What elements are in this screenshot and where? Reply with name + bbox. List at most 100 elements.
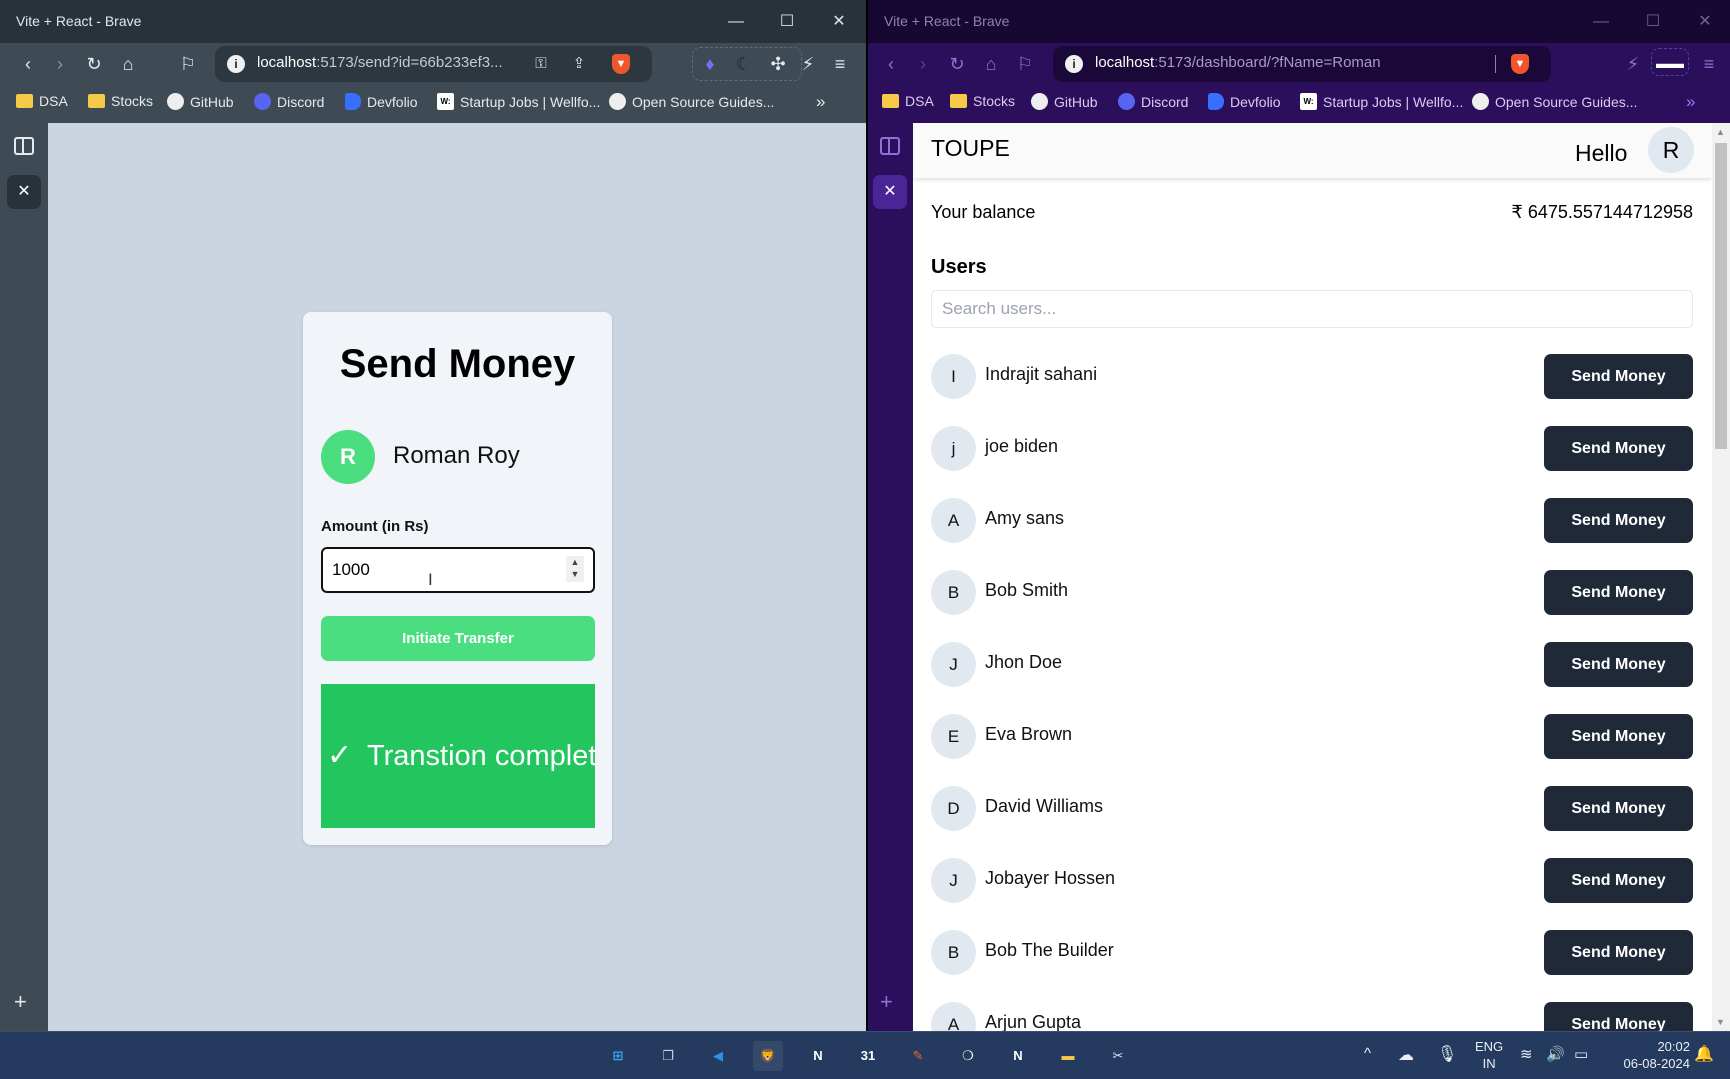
- bookmarks-overflow-button[interactable]: »: [816, 92, 825, 112]
- text-cursor-icon: I: [428, 570, 433, 589]
- bookmark-item[interactable]: W: Startup Jobs | Wellfo...: [437, 93, 600, 110]
- send-money-button[interactable]: Send Money: [1544, 786, 1693, 831]
- bookmark-item[interactable]: GitHub: [167, 93, 234, 110]
- maximize-button[interactable]: ☐: [764, 8, 810, 36]
- minimize-button[interactable]: —: [713, 8, 759, 36]
- bookmarks-overflow-button[interactable]: »: [1686, 92, 1695, 112]
- taskbar-task-view-icon[interactable]: ❐: [653, 1041, 683, 1071]
- address-bar[interactable]: i localhost:5173/send?id=66b233ef3... ⚿ …: [215, 46, 652, 82]
- bookmark-item[interactable]: Open Source Guides...: [1472, 93, 1637, 110]
- bookmark-item[interactable]: Stocks: [88, 93, 153, 109]
- scroll-down-icon[interactable]: ▼: [1716, 1017, 1725, 1027]
- send-money-button[interactable]: Send Money: [1544, 714, 1693, 759]
- page-title: Send Money: [339, 342, 576, 386]
- bookmark-item[interactable]: GitHub: [1031, 93, 1098, 110]
- share-icon[interactable]: ⇪: [566, 51, 592, 77]
- bookmark-icon[interactable]: ⚐: [175, 51, 201, 77]
- search-users-input[interactable]: [931, 290, 1693, 328]
- bookmark-item[interactable]: DSA: [882, 93, 934, 109]
- taskbar-notion-icon[interactable]: N: [803, 1041, 833, 1071]
- app-logo[interactable]: TOUPE: [931, 135, 1010, 162]
- scroll-up-icon[interactable]: ▲: [1716, 127, 1725, 137]
- bookmark-item[interactable]: Open Source Guides...: [609, 93, 774, 110]
- sidebar-panel-icon[interactable]: [14, 137, 34, 155]
- private-window-glasses-icon[interactable]: ▬▬: [1651, 48, 1689, 76]
- user-row: J Jhon Doe Send Money: [931, 642, 1693, 688]
- address-bar[interactable]: i localhost:5173/dashboard/?fName=Roman …: [1053, 46, 1551, 82]
- bookmark-item[interactable]: Devfolio: [345, 93, 418, 110]
- site-info-icon[interactable]: i: [227, 55, 245, 73]
- onedrive-icon[interactable]: ☁: [1398, 1045, 1414, 1065]
- leo-ai-icon[interactable]: ⚡: [1620, 51, 1646, 77]
- send-money-button[interactable]: Send Money: [1544, 858, 1693, 903]
- extension-flame-icon[interactable]: ♦: [697, 51, 723, 77]
- close-window-button[interactable]: ✕: [816, 8, 862, 36]
- back-icon[interactable]: ‹: [15, 51, 41, 77]
- new-tab-plus-icon[interactable]: +: [880, 989, 893, 1015]
- send-money-button[interactable]: Send Money: [1544, 642, 1693, 687]
- user-name: Jobayer Hossen: [985, 868, 1116, 888]
- new-tab-plus-icon[interactable]: +: [14, 989, 27, 1015]
- scrollbar-thumb[interactable]: [1715, 143, 1727, 449]
- forward-icon[interactable]: ›: [910, 51, 936, 77]
- bookmark-item[interactable]: Discord: [254, 93, 324, 110]
- notification-bell-icon[interactable]: 🔔: [1694, 1044, 1714, 1064]
- bookmark-item[interactable]: DSA: [16, 93, 68, 109]
- battery-icon[interactable]: ▭: [1574, 1045, 1588, 1063]
- menu-icon[interactable]: ≡: [1696, 51, 1722, 77]
- taskbar-vscode-icon[interactable]: ◀: [703, 1041, 733, 1071]
- volume-icon[interactable]: 🔊: [1546, 1045, 1565, 1063]
- password-key-icon[interactable]: ⚿: [528, 51, 554, 77]
- send-money-button[interactable]: Send Money: [1544, 498, 1693, 543]
- sidebar-panel-icon[interactable]: [880, 137, 900, 155]
- tray-overflow-chevron-icon[interactable]: ^: [1364, 1045, 1371, 1062]
- send-money-button[interactable]: Send Money: [1544, 1002, 1693, 1031]
- site-info-icon[interactable]: i: [1065, 55, 1083, 73]
- url-text[interactable]: localhost:5173/send?id=66b233ef3...: [257, 54, 503, 71]
- language-indicator[interactable]: ENG IN: [1475, 1038, 1503, 1072]
- home-icon[interactable]: ⌂: [978, 51, 1004, 77]
- leo-ai-icon[interactable]: ⚡: [795, 51, 821, 77]
- brave-shields-icon[interactable]: ▼: [612, 54, 630, 74]
- close-window-button[interactable]: ✕: [1682, 8, 1728, 36]
- minimize-button[interactable]: —: [1578, 8, 1624, 36]
- extensions-puzzle-icon[interactable]: ✣: [765, 51, 791, 77]
- bookmark-item[interactable]: Devfolio: [1208, 93, 1281, 110]
- taskbar-calendar-icon[interactable]: 31: [853, 1041, 883, 1071]
- avatar[interactable]: R: [1648, 127, 1694, 173]
- send-money-button[interactable]: Send Money: [1544, 930, 1693, 975]
- home-icon[interactable]: ⌂: [115, 51, 141, 77]
- initiate-transfer-button[interactable]: Initiate Transfer: [321, 616, 595, 661]
- send-money-button[interactable]: Send Money: [1544, 426, 1693, 471]
- maximize-button[interactable]: ☐: [1630, 8, 1676, 36]
- taskbar-snipping-tool-icon[interactable]: ✂: [1103, 1041, 1133, 1071]
- url-text[interactable]: localhost:5173/dashboard/?fName=Roman: [1095, 54, 1381, 71]
- page-scrollbar[interactable]: ▲ ▼: [1712, 123, 1730, 1031]
- send-money-button[interactable]: Send Money: [1544, 570, 1693, 615]
- reload-icon[interactable]: ↻: [81, 51, 107, 77]
- menu-icon[interactable]: ≡: [827, 51, 853, 77]
- dark-mode-extension-icon[interactable]: ☾: [731, 51, 757, 77]
- taskbar-brave-icon[interactable]: 🦁: [753, 1041, 783, 1071]
- taskbar-postman-icon[interactable]: ✎: [903, 1041, 933, 1071]
- taskbar-file-explorer-icon[interactable]: ▬: [1053, 1041, 1083, 1071]
- microphone-icon[interactable]: 🎙: [1437, 1044, 1457, 1064]
- close-tab-icon[interactable]: ✕: [7, 175, 41, 209]
- bookmark-item[interactable]: W: Startup Jobs | Wellfo...: [1300, 93, 1463, 110]
- bookmark-icon[interactable]: ⚐: [1012, 51, 1038, 77]
- clock[interactable]: 20:02 06-08-2024: [1618, 1038, 1691, 1072]
- taskbar-start-icon[interactable]: ⊞: [603, 1041, 633, 1071]
- taskbar-mongodb-compass-icon[interactable]: ❍: [953, 1041, 983, 1071]
- close-tab-icon[interactable]: ✕: [873, 175, 907, 209]
- back-icon[interactable]: ‹: [878, 51, 904, 77]
- wifi-icon[interactable]: ≋: [1520, 1045, 1533, 1063]
- amount-stepper[interactable]: ▲ ▼: [566, 556, 584, 582]
- taskbar-notion-2-icon[interactable]: N: [1003, 1041, 1033, 1071]
- send-money-button[interactable]: Send Money: [1544, 354, 1693, 399]
- forward-icon[interactable]: ›: [47, 51, 73, 77]
- amount-input[interactable]: [321, 547, 595, 593]
- brave-shields-icon[interactable]: ▼: [1511, 54, 1529, 74]
- bookmark-item[interactable]: Discord: [1118, 93, 1188, 110]
- bookmark-item[interactable]: Stocks: [950, 93, 1015, 109]
- reload-icon[interactable]: ↻: [944, 51, 970, 77]
